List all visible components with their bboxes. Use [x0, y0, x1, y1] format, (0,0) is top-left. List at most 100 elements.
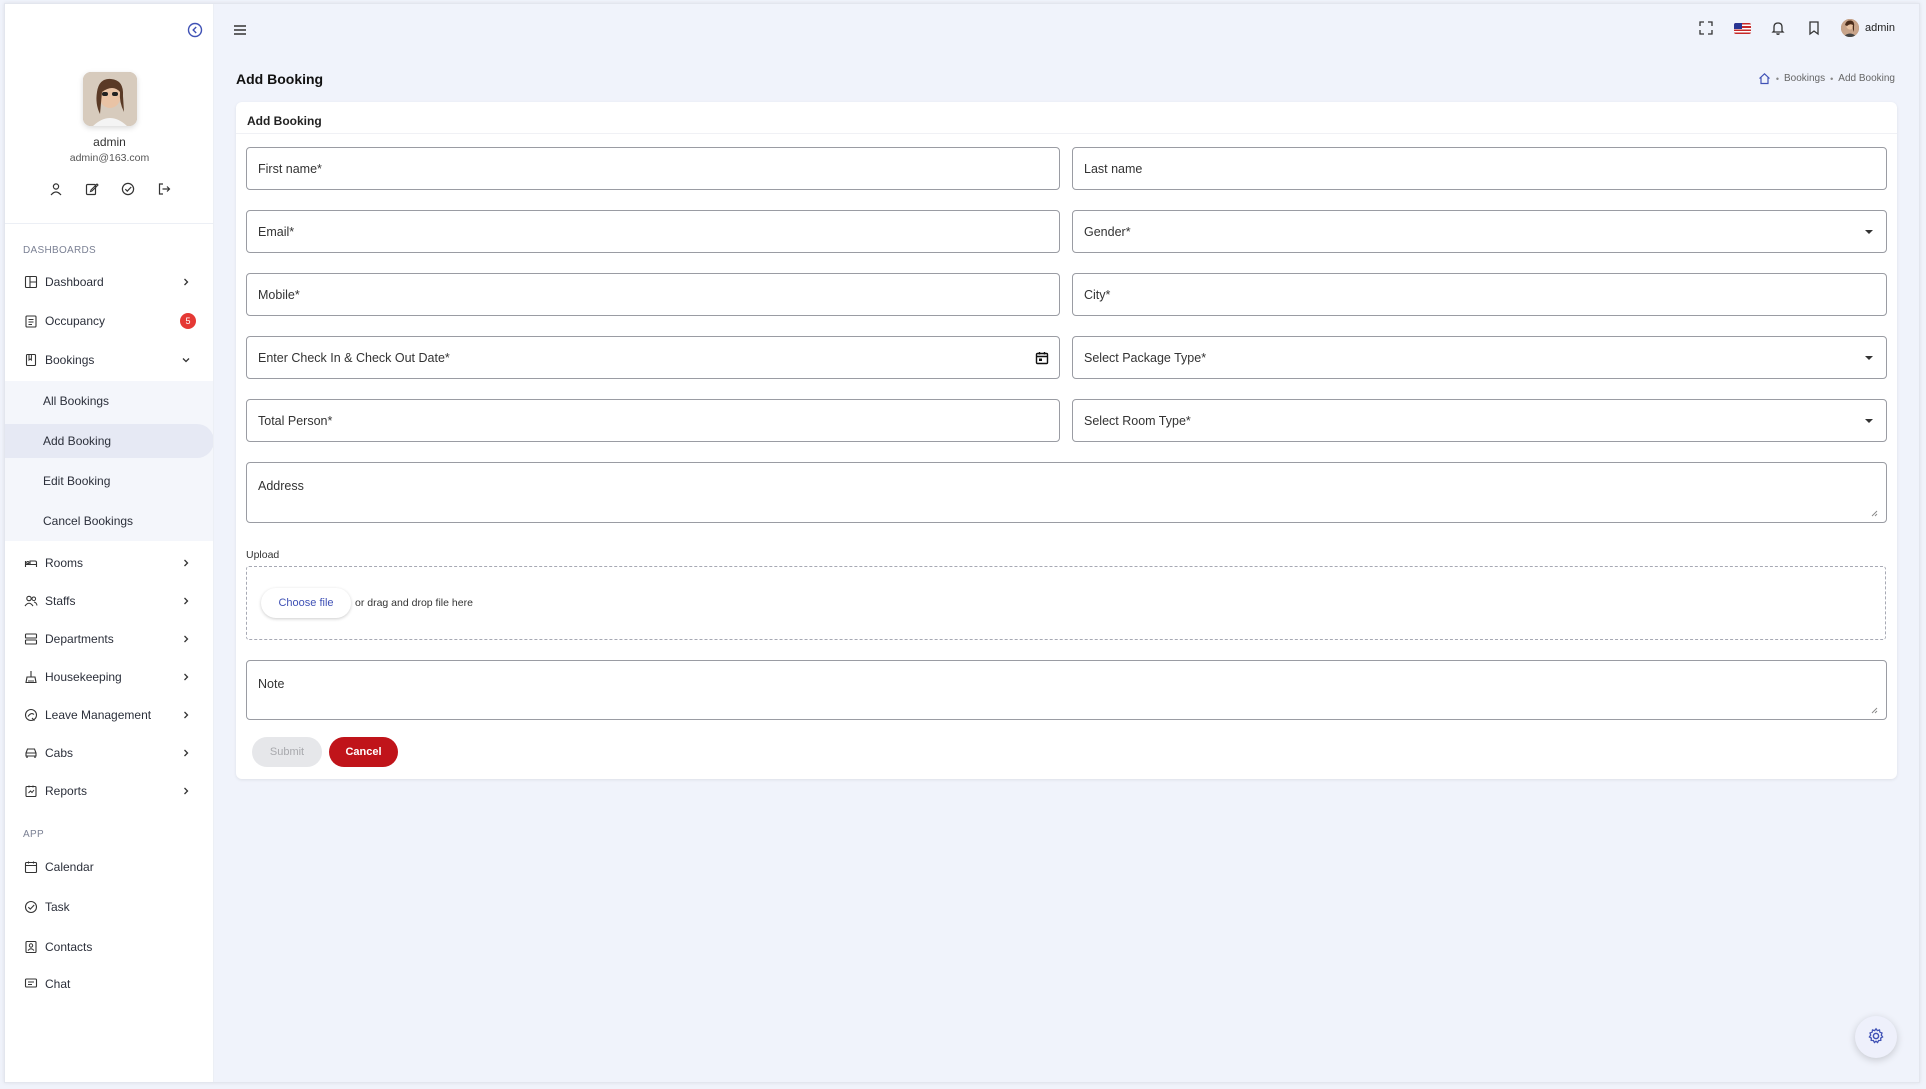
room-type-label: Select Room Type* [1084, 413, 1191, 428]
sidebar-item-label: Contacts [45, 940, 93, 954]
sidebar-subitem-label: Add Booking [43, 434, 112, 448]
total-person-field[interactable]: Total Person* [246, 399, 1060, 442]
sidebar-subitem-edit-booking[interactable]: Edit Booking [5, 464, 213, 498]
user-icon[interactable] [47, 180, 65, 198]
chevron-right-icon [180, 709, 192, 721]
dropdown-arrow-icon [1862, 225, 1876, 239]
sidebar-subitem-add-booking[interactable]: Add Booking [5, 424, 213, 458]
chevron-right-icon [180, 557, 192, 569]
sidebar-item-label: Dashboard [45, 275, 104, 289]
sidebar-item-label: Reports [45, 784, 88, 798]
breadcrumb-separator: • [1775, 73, 1779, 84]
sidebar-item-dashboard[interactable]: Dashboard [5, 267, 213, 297]
sidebar-item-bookings[interactable]: Bookings [5, 345, 213, 375]
breadcrumb-item-bookings[interactable]: Bookings [1784, 73, 1825, 84]
sidebar-item-chat[interactable]: Chat [5, 971, 213, 991]
choose-file-button[interactable]: Choose file [261, 588, 351, 618]
breadcrumb-item-current: Add Booking [1838, 73, 1895, 84]
sidebar-item-contacts[interactable]: Contacts [5, 932, 213, 962]
note-label: Note [258, 677, 285, 691]
resize-handle-icon[interactable] [1870, 703, 1878, 714]
note-textarea[interactable]: Note [246, 660, 1887, 720]
sidebar-item-label: Cabs [45, 746, 74, 760]
upload-label: Upload [246, 549, 280, 561]
mobile-field[interactable]: Mobile* [246, 273, 1060, 316]
sidebar-subitem-all-bookings[interactable]: All Bookings [5, 384, 213, 418]
date-range-field[interactable]: Enter Check In & Check Out Date* [246, 336, 1060, 379]
last-name-field[interactable]: Last name [1072, 147, 1887, 190]
home-icon[interactable] [1758, 72, 1771, 85]
sidebar-item-leave-management[interactable]: Leave Management [5, 700, 213, 730]
bookmark-icon[interactable] [1805, 19, 1823, 37]
sidebar-subitem-label: Cancel Bookings [43, 514, 134, 528]
city-field[interactable]: City* [1072, 273, 1887, 316]
chevron-right-icon [180, 633, 192, 645]
email-label: Email* [258, 224, 295, 239]
section-label-dashboards: DASHBOARDS [23, 245, 97, 256]
sidebar-item-housekeeping[interactable]: Housekeeping [5, 662, 213, 692]
cancel-button[interactable]: Cancel [329, 737, 398, 767]
date-range-label: Enter Check In & Check Out Date* [258, 350, 450, 365]
top-bar: admin [214, 4, 1919, 54]
menu-icon[interactable] [232, 23, 248, 37]
sidebar-item-label: Calendar [45, 860, 94, 874]
gender-label: Gender* [1084, 224, 1131, 239]
package-type-select[interactable]: Select Package Type* [1072, 336, 1887, 379]
room-type-select[interactable]: Select Room Type* [1072, 399, 1887, 442]
chevron-down-icon [180, 354, 192, 366]
address-textarea[interactable]: Address [246, 462, 1887, 523]
sidebar-item-cabs[interactable]: Cabs [5, 738, 213, 768]
broom-icon [24, 670, 38, 684]
user-name: admin [1865, 22, 1895, 34]
first-name-field[interactable]: First name* [246, 147, 1060, 190]
settings-gear-icon [1867, 1027, 1885, 1048]
gender-select[interactable]: Gender* [1072, 210, 1887, 253]
add-booking-card: Add Booking First name* Last name Email*… [236, 102, 1897, 779]
calendar-icon [24, 860, 38, 874]
file-dropzone[interactable]: Choose file or drag and drop file here [246, 566, 1886, 640]
sidebar-item-departments[interactable]: Departments [5, 624, 213, 654]
user-menu[interactable]: admin [1841, 19, 1895, 37]
sidebar-item-label: Departments [45, 632, 114, 646]
sidebar-item-calendar[interactable]: Calendar [5, 852, 213, 882]
email-field[interactable]: Email* [246, 210, 1060, 253]
dropdown-arrow-icon [1862, 414, 1876, 428]
sidebar-item-label: Staffs [45, 594, 76, 608]
report-icon [24, 784, 38, 798]
breadcrumb-separator: • [1830, 73, 1834, 84]
bell-icon[interactable] [1769, 19, 1787, 37]
sidebar-item-label: Rooms [45, 556, 84, 570]
us-flag-icon[interactable] [1733, 19, 1751, 37]
sidebar-item-task[interactable]: Task [5, 892, 213, 922]
contacts-icon [24, 940, 38, 954]
user-avatar [1841, 19, 1860, 37]
sidebar-subitem-cancel-bookings[interactable]: Cancel Bookings [5, 504, 213, 538]
profile-email: admin@163.com [69, 152, 150, 164]
sidebar-item-label: Housekeeping [45, 670, 122, 684]
sidebar-item-staffs[interactable]: Staffs [5, 586, 213, 616]
sidebar-item-occupancy[interactable]: Occupancy 5 [5, 306, 213, 336]
edit-icon[interactable] [83, 180, 101, 198]
calendar-icon[interactable] [1035, 351, 1049, 365]
submit-button[interactable]: Submit [252, 737, 322, 767]
chat-icon [24, 977, 38, 991]
total-person-label: Total Person* [258, 413, 333, 428]
app-window: admin admin@163.com DASHBOARDS Dashboard… [4, 3, 1920, 1083]
sidebar-item-label: Occupancy [45, 314, 106, 328]
settings-button[interactable] [1855, 1016, 1897, 1058]
sidebar-item-label: Bookings [45, 353, 95, 367]
sidebar-item-reports[interactable]: Reports [5, 776, 213, 806]
address-label: Address [258, 479, 304, 493]
collapse-sidebar-icon[interactable] [187, 22, 203, 38]
last-name-label: Last name [1084, 161, 1143, 176]
avatar[interactable] [82, 72, 137, 126]
fullscreen-icon[interactable] [1697, 19, 1715, 37]
check-circle-icon[interactable] [119, 180, 137, 198]
resize-handle-icon[interactable] [1870, 506, 1878, 517]
bed-icon [24, 556, 38, 570]
user-profile: admin admin@163.com [5, 72, 213, 198]
task-check-icon [24, 900, 38, 914]
sidebar-item-rooms[interactable]: Rooms [5, 548, 213, 578]
logout-icon[interactable] [155, 180, 173, 198]
car-icon [24, 746, 38, 760]
